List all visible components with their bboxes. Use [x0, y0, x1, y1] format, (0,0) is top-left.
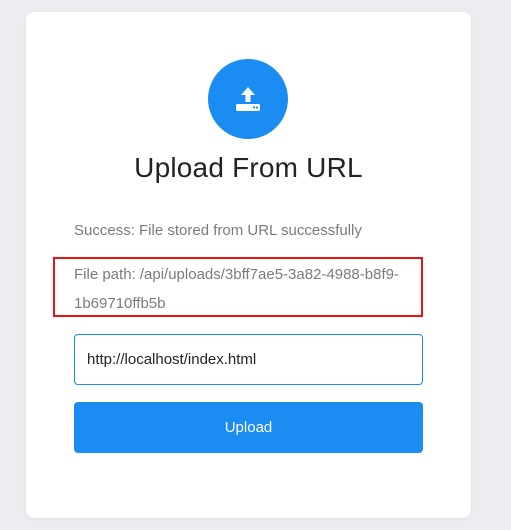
upload-icon-badge — [208, 59, 288, 139]
success-message: Success: File stored from URL successful… — [74, 222, 362, 239]
upload-card: Upload From URL Success: File stored fro… — [26, 12, 471, 518]
upload-tray-icon — [236, 87, 260, 111]
upload-button[interactable]: Upload — [74, 402, 423, 453]
page-title: Upload From URL — [134, 152, 363, 183]
url-input[interactable] — [74, 334, 423, 385]
file-path-message: File path: /api/uploads/3bff7ae5-3a82-49… — [74, 266, 399, 312]
